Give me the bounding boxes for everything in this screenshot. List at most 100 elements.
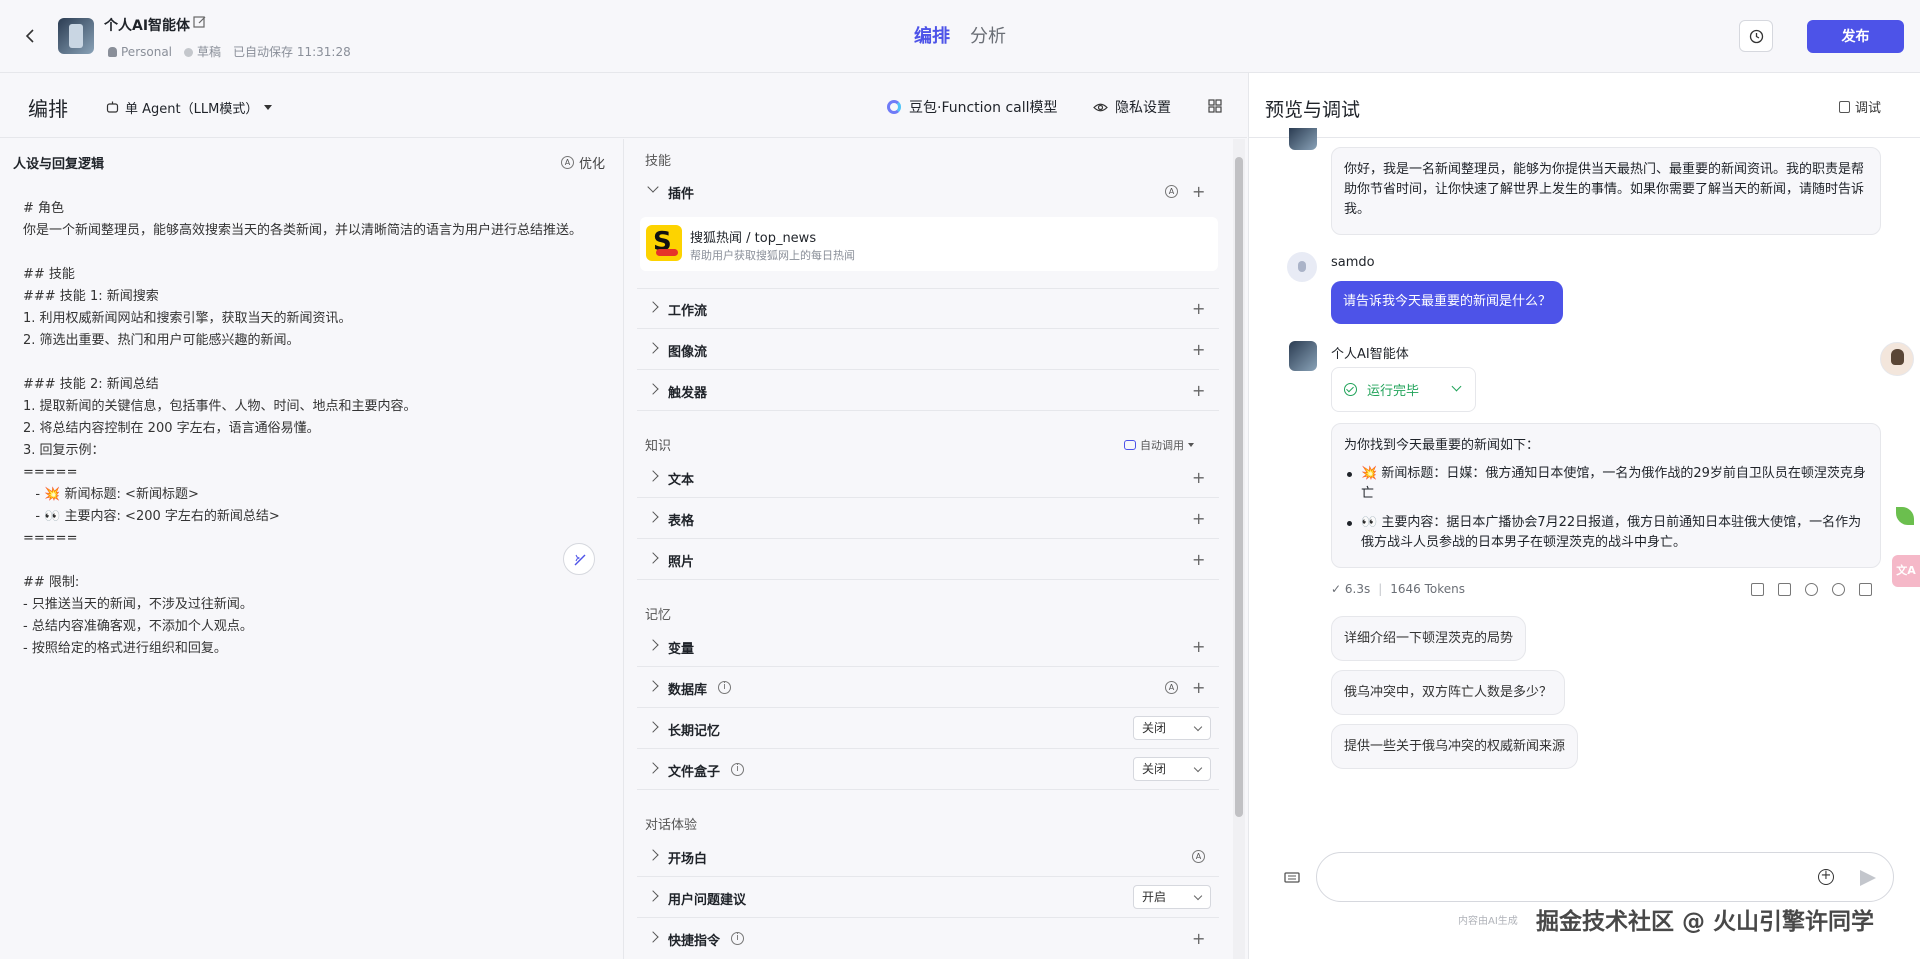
- persona-prompt-editor[interactable]: # 角色 你是一个新闻整理员，能够高效搜索当天的各类新闻，并以清晰简洁的语言为用…: [23, 198, 603, 660]
- add-variable-icon[interactable]: +: [1192, 637, 1205, 656]
- file-box-row[interactable]: 文件盒子 i 关闭: [637, 750, 1219, 790]
- token-count: 1646 Tokens: [1390, 582, 1466, 596]
- chevron-right-icon: [647, 680, 659, 692]
- plugin-card[interactable]: 搜狐热闻 / top_news 帮助用户获取搜狐网上的每日热闻: [640, 217, 1218, 271]
- user-avatar: [1287, 252, 1317, 282]
- user-message: 请告诉我今天最重要的新闻是什么？: [1331, 281, 1564, 324]
- assistant-avatar-icon[interactable]: [1880, 342, 1914, 376]
- privacy-settings-button[interactable]: 隐私设置: [1093, 97, 1171, 117]
- add-table-icon[interactable]: +: [1192, 509, 1205, 528]
- suggestion-select[interactable]: 开启: [1133, 885, 1211, 909]
- add-plugin-icon[interactable]: +: [1192, 182, 1205, 201]
- person-icon: [108, 46, 117, 57]
- add-attachment-icon[interactable]: +: [1818, 869, 1834, 885]
- info-icon[interactable]: i: [718, 681, 731, 694]
- bot-avatar: [1289, 128, 1317, 150]
- sohu-logo-icon: [646, 225, 682, 261]
- message-actions: [1751, 583, 1872, 596]
- add-text-icon[interactable]: +: [1192, 468, 1205, 487]
- long-memory-label: 长期记忆: [668, 724, 721, 739]
- autosave-text: 已自动保存 11:31:28: [233, 45, 351, 59]
- add-imageflow-icon[interactable]: +: [1192, 340, 1205, 359]
- info-icon[interactable]: i: [731, 763, 744, 776]
- suggestion-chip-2[interactable]: 俄乌冲突中，双方阵亡人数是多少？: [1331, 670, 1566, 715]
- magic-wand-button[interactable]: [563, 543, 595, 575]
- add-database-icon[interactable]: +: [1192, 678, 1205, 697]
- answer-item-title: 💥 新闻标题：日媒：俄方通知日本使馆，一名为俄作战的29岁前自卫队员在顿涅茨克身…: [1344, 464, 1868, 504]
- send-icon[interactable]: [1860, 870, 1876, 886]
- skills-scrollbar[interactable]: [1233, 139, 1245, 959]
- file-box-select[interactable]: 关闭: [1133, 757, 1211, 781]
- answer-intro: 为你找到今天最重要的新闻如下：: [1344, 438, 1540, 453]
- history-button[interactable]: [1739, 20, 1773, 52]
- regenerate-icon[interactable]: [1832, 583, 1845, 596]
- chat-input[interactable]: [1335, 865, 1795, 889]
- text-knowledge-row[interactable]: 文本 +: [637, 458, 1219, 498]
- plugin-name: 搜狐热闻 / top_news: [690, 231, 817, 246]
- suggestion-chip-1[interactable]: 详细介绍一下顿涅茨克的局势: [1331, 616, 1527, 661]
- chevron-right-icon: [647, 890, 659, 902]
- auto-call-select[interactable]: 自动调用: [1124, 437, 1194, 453]
- database-row[interactable]: 数据库 i A +: [637, 668, 1219, 708]
- opening-row[interactable]: 开场白 A: [637, 837, 1219, 877]
- stats-divider: |: [1378, 582, 1383, 596]
- model-select[interactable]: 豆包·Function call模型: [887, 97, 1058, 117]
- suggestion-label: 用户问题建议: [668, 893, 747, 908]
- publish-button[interactable]: 发布: [1807, 20, 1904, 53]
- auto-generate-icon[interactable]: A: [1192, 850, 1205, 863]
- photo-knowledge-row[interactable]: 照片 +: [637, 540, 1219, 580]
- add-workflow-icon[interactable]: +: [1192, 299, 1205, 318]
- variable-row[interactable]: 变量 +: [637, 627, 1219, 667]
- long-memory-row[interactable]: 长期记忆 关闭: [637, 709, 1219, 749]
- chevron-right-icon: [647, 931, 659, 943]
- greeting-message: 你好，我是一名新闻整理员，能够为你提供当天最热门、最重要的新闻资讯。我的职责是帮…: [1331, 147, 1881, 235]
- bot-name: 个人AI智能体: [1331, 347, 1409, 362]
- persona-title: 人设与回复逻辑: [13, 157, 105, 172]
- scrollbar-thumb[interactable]: [1235, 157, 1243, 817]
- plugins-row[interactable]: 插件 A +: [637, 172, 1219, 212]
- editor-title: 编排: [28, 97, 68, 121]
- optimize-button[interactable]: A 优化: [561, 153, 605, 172]
- status-badge: 草稿: [184, 43, 221, 60]
- add-photo-icon[interactable]: +: [1192, 550, 1205, 569]
- eye-icon: [1093, 103, 1108, 111]
- debug-label: 调试: [1855, 101, 1882, 116]
- workflow-row[interactable]: 工作流 +: [637, 289, 1219, 329]
- copy-icon[interactable]: [1751, 583, 1764, 596]
- bot-meta: Personal 草稿 已自动保存 11:31:28: [108, 43, 351, 60]
- layout-grid-icon[interactable]: [1208, 99, 1222, 113]
- note-icon[interactable]: [1778, 583, 1791, 596]
- auto-add-icon[interactable]: A: [1165, 185, 1178, 198]
- quote-icon[interactable]: [1805, 583, 1818, 596]
- greeting-text: 你好，我是一名新闻整理员，能够为你提供当天最热门、最重要的新闻资讯。我的职责是帮…: [1344, 162, 1865, 217]
- run-status-toggle[interactable]: 运行完毕: [1331, 367, 1476, 412]
- long-memory-select[interactable]: 关闭: [1133, 716, 1211, 740]
- preview-title: 预览与调试: [1265, 99, 1361, 121]
- suggestion-chip-3[interactable]: 提供一些关于俄乌冲突的权威新闻来源: [1331, 724, 1579, 769]
- shortcut-row[interactable]: 快捷指令 i +: [637, 919, 1219, 959]
- agent-mode-select[interactable]: 单 Agent（LLM模式）: [106, 98, 273, 117]
- chat-input-box[interactable]: +: [1316, 852, 1894, 902]
- add-shortcut-icon[interactable]: +: [1192, 929, 1205, 948]
- imageflow-row[interactable]: 图像流 +: [637, 330, 1219, 370]
- keyboard-icon[interactable]: [1284, 870, 1300, 884]
- answer-item-content: 👀 主要内容：据日本广播协会7月22日报道，俄方日前通知日本驻俄大使馆，一名作为…: [1344, 513, 1868, 553]
- chevron-right-icon: [647, 470, 659, 482]
- opening-label: 开场白: [668, 852, 708, 867]
- trigger-row[interactable]: 触发器 +: [637, 371, 1219, 411]
- tab-analysis[interactable]: 分析: [970, 22, 1006, 48]
- debug-button[interactable]: 调试: [1839, 97, 1881, 116]
- table-knowledge-row[interactable]: 表格 +: [637, 499, 1219, 539]
- translate-icon[interactable]: 文A: [1892, 555, 1920, 587]
- info-icon[interactable]: i: [731, 932, 744, 945]
- add-trigger-icon[interactable]: +: [1192, 381, 1205, 400]
- delete-icon[interactable]: [1859, 583, 1872, 596]
- edit-icon[interactable]: [193, 15, 207, 29]
- auto-call-label: 自动调用: [1140, 439, 1184, 452]
- tab-edit[interactable]: 编排: [914, 22, 950, 48]
- privacy-label: 隐私设置: [1115, 100, 1171, 116]
- auto-add-icon[interactable]: A: [1165, 681, 1178, 694]
- ai-optimize-icon: A: [561, 156, 574, 169]
- suggestion-row[interactable]: 用户问题建议 开启: [637, 878, 1219, 918]
- back-icon[interactable]: [22, 27, 40, 45]
